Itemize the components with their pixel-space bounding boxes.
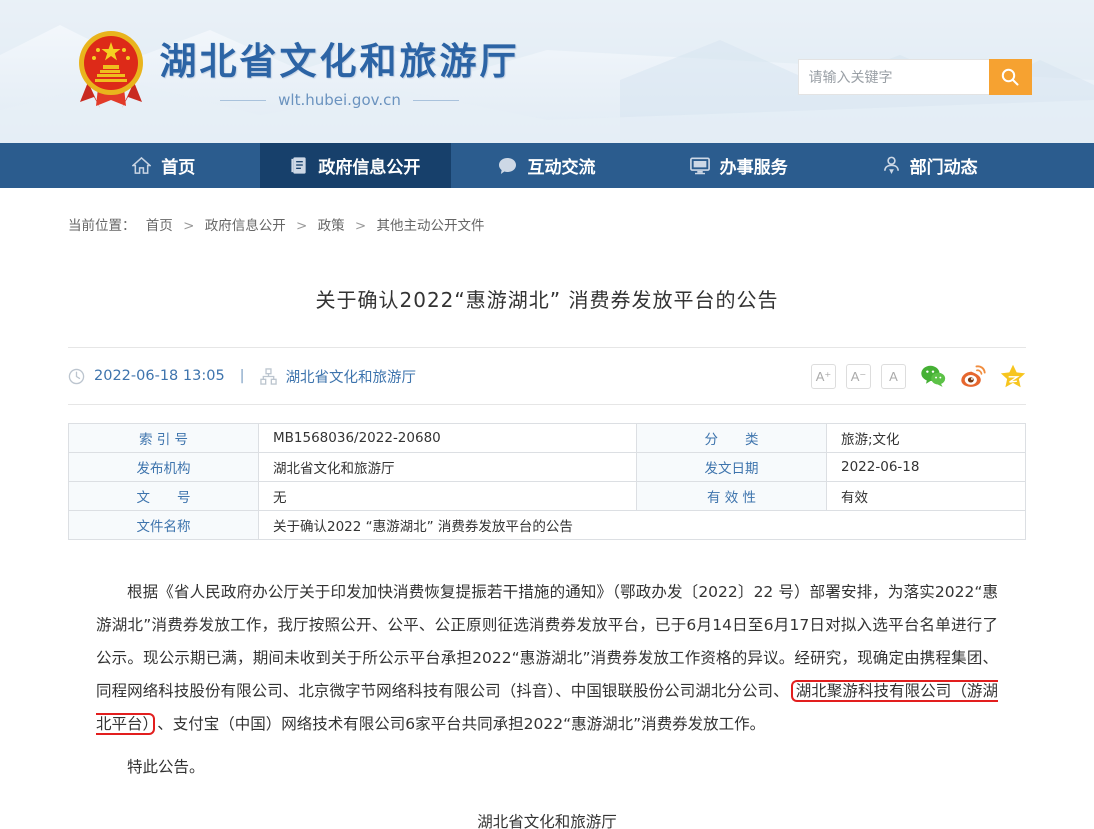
table-row: 索 引 号 MB1568036/2022-20680 分 类 旅游;文化 xyxy=(69,424,1026,453)
breadcrumb-item-home[interactable]: 首页 xyxy=(146,218,173,234)
home-icon xyxy=(132,156,151,175)
breadcrumb-separator: > xyxy=(296,218,307,234)
table-row: 发布机构 湖北省文化和旅游厅 发文日期 2022-06-18 xyxy=(69,453,1026,482)
article-title: 关于确认2022“惠游湖北” 消费券发放平台的公告 xyxy=(68,284,1026,313)
signer-name: 湖北省文化和旅游厅 xyxy=(68,806,1026,829)
nav-item-label: 政府信息公开 xyxy=(318,153,420,178)
site-logo[interactable]: 湖北省文化和旅游厅 wlt.hubei.gov.cn xyxy=(78,30,520,110)
wechat-share-icon[interactable] xyxy=(920,363,946,389)
nav-item-label: 首页 xyxy=(161,153,195,178)
font-decrease-button[interactable]: A⁻ xyxy=(846,364,871,389)
national-emblem-icon xyxy=(78,30,144,110)
article-body: 根据《省人民政府办公厅关于印发加快消费恢复提振若干措施的通知》（鄂政办发〔202… xyxy=(68,576,1026,784)
meta-divider: | xyxy=(240,368,245,384)
source-sitemap-icon xyxy=(260,368,277,385)
search-button[interactable] xyxy=(989,59,1032,95)
breadcrumb-label: 当前位置： xyxy=(68,218,136,234)
nav-item-home[interactable]: 首页 xyxy=(68,143,260,188)
meta-value-index-no: MB1568036/2022-20680 xyxy=(259,424,637,453)
font-increase-button[interactable]: A⁺ xyxy=(811,364,836,389)
site-title: 湖北省文化和旅游厅 xyxy=(160,31,520,85)
table-row: 文 号 无 有 效 性 有效 xyxy=(69,482,1026,511)
article-signature: 湖北省文化和旅游厅 2022年6月18日 xyxy=(68,806,1026,829)
meta-label-category: 分 类 xyxy=(637,424,827,453)
breadcrumb-separator: > xyxy=(355,218,366,234)
person-badge-icon xyxy=(883,156,900,175)
nav-item-services[interactable]: 办事服务 xyxy=(643,143,835,188)
font-reset-button[interactable]: A xyxy=(881,364,906,389)
meta-value-issue-date: 2022-06-18 xyxy=(827,453,1026,482)
nav-item-gov-info[interactable]: 政府信息公开 xyxy=(260,143,452,188)
meta-label-validity: 有 效 性 xyxy=(637,482,827,511)
nav-item-label: 部门动态 xyxy=(910,153,978,178)
meta-value-validity: 有效 xyxy=(827,482,1026,511)
nav-item-interaction[interactable]: 互动交流 xyxy=(451,143,643,188)
meta-value-doc-no: 无 xyxy=(259,482,637,511)
meta-value-doc-title: 关于确认2022 “惠游湖北” 消费券发放平台的公告 xyxy=(259,511,1026,540)
breadcrumb-item-gov-info[interactable]: 政府信息公开 xyxy=(205,218,286,234)
site-header: 湖北省文化和旅游厅 wlt.hubei.gov.cn xyxy=(0,0,1094,143)
publish-datetime: 2022-06-18 13:05 xyxy=(94,368,225,384)
breadcrumb-separator: > xyxy=(183,218,194,234)
nav-item-department-news[interactable]: 部门动态 xyxy=(834,143,1026,188)
article-paragraph: 根据《省人民政府办公厅关于印发加快消费恢复提振若干措施的通知》（鄂政办发〔202… xyxy=(96,576,998,741)
breadcrumb-item-other-docs[interactable]: 其他主动公开文件 xyxy=(377,218,485,234)
document-meta-table: 索 引 号 MB1568036/2022-20680 分 类 旅游;文化 发布机… xyxy=(68,423,1026,540)
table-row: 文件名称 关于确认2022 “惠游湖北” 消费券发放平台的公告 xyxy=(69,511,1026,540)
meta-label-index-no: 索 引 号 xyxy=(69,424,259,453)
search-box xyxy=(798,59,1032,95)
meta-value-category: 旅游;文化 xyxy=(827,424,1026,453)
monitor-icon xyxy=(690,157,710,175)
document-icon xyxy=(290,156,308,175)
article-meta-bar: 2022-06-18 13:05 | 湖北省文化和旅游厅 A⁺ A⁻ A xyxy=(68,347,1026,405)
site-url: wlt.hubei.gov.cn xyxy=(160,91,520,109)
qzone-share-icon[interactable] xyxy=(1000,363,1026,389)
meta-value-issuer: 湖北省文化和旅游厅 xyxy=(259,453,637,482)
meta-label-issuer: 发布机构 xyxy=(69,453,259,482)
meta-label-issue-date: 发文日期 xyxy=(637,453,827,482)
nav-item-label: 互动交流 xyxy=(527,153,595,178)
breadcrumb: 当前位置： 首页 > 政府信息公开 > 政策 > 其他主动公开文件 xyxy=(68,188,1026,234)
chat-bubble-icon xyxy=(498,157,517,175)
main-navigation: 首页 政府信息公开 互动交流 办事服务 xyxy=(0,143,1094,188)
meta-label-doc-no: 文 号 xyxy=(69,482,259,511)
main-content: 当前位置： 首页 > 政府信息公开 > 政策 > 其他主动公开文件 关于确认20… xyxy=(68,188,1026,829)
breadcrumb-item-policy[interactable]: 政策 xyxy=(318,218,345,234)
weibo-share-icon[interactable] xyxy=(960,363,986,389)
search-icon xyxy=(1000,67,1020,87)
nav-item-label: 办事服务 xyxy=(720,153,788,178)
meta-label-doc-title: 文件名称 xyxy=(69,511,259,540)
article-source[interactable]: 湖北省文化和旅游厅 xyxy=(286,366,417,387)
search-input[interactable] xyxy=(798,59,989,95)
clock-icon xyxy=(68,368,85,385)
paragraph-text: 、支付宝（中国）网络技术有限公司6家平台共同承担2022“惠游湖北”消费券发放工… xyxy=(157,715,765,733)
notice-line: 特此公告。 xyxy=(96,751,998,784)
